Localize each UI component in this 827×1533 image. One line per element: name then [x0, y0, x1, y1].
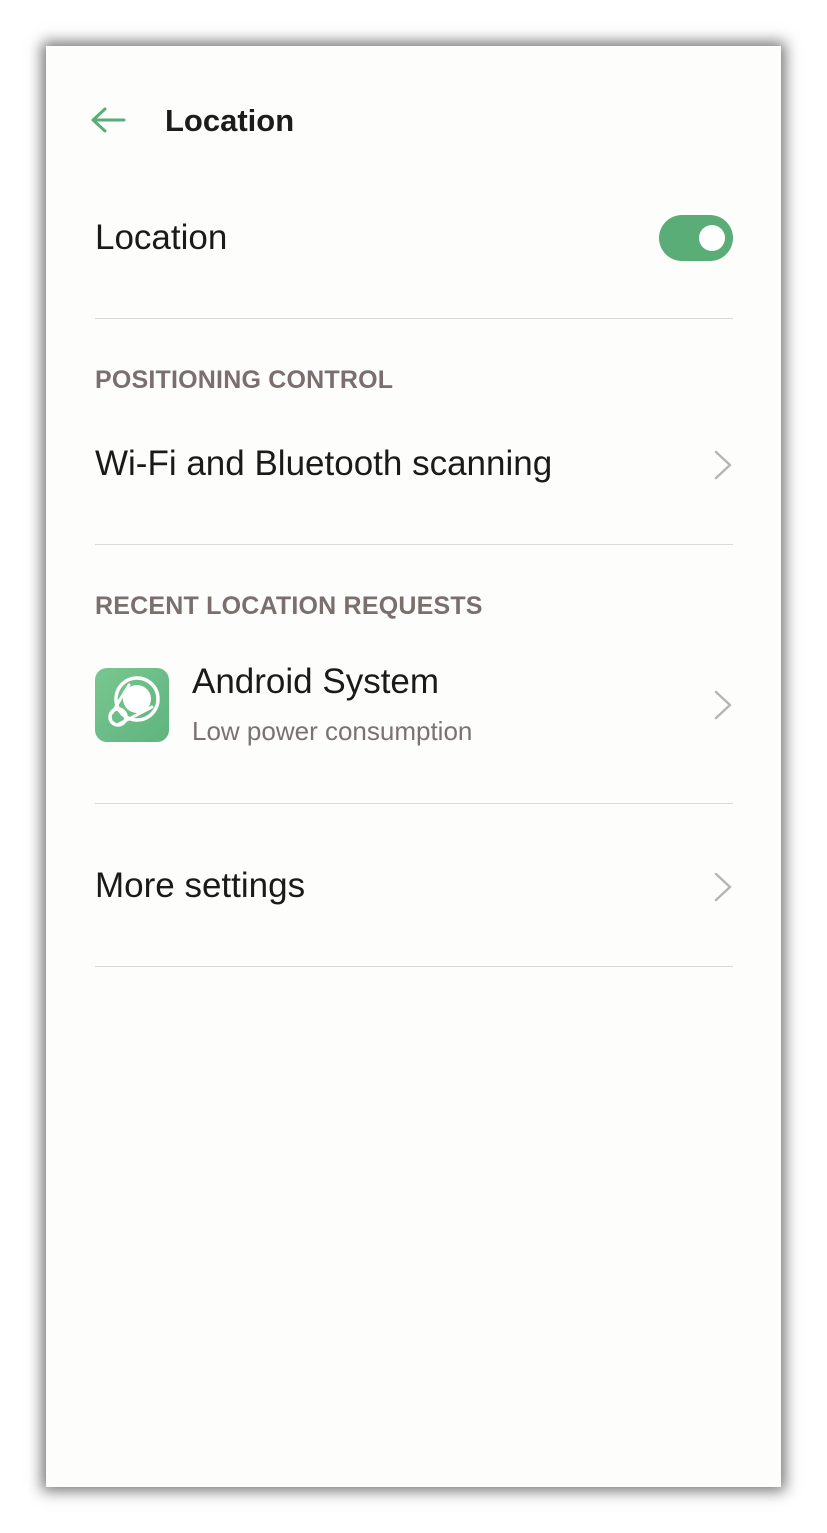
recent-request-item-android-system[interactable]: Android System Low power consumption [95, 662, 733, 758]
location-toggle-switch[interactable] [659, 215, 733, 261]
location-toggle-label: Location [95, 218, 228, 257]
chevron-right-icon [714, 450, 732, 480]
divider [95, 966, 733, 967]
section-label-positioning-control: POSITIONING CONTROL [95, 366, 394, 394]
chevron-right-icon [714, 872, 732, 902]
android-system-glyph-icon [108, 676, 160, 727]
app-header: Location [46, 46, 781, 196]
section-label-recent-location-requests: RECENT LOCATION REQUESTS [95, 592, 483, 620]
arrow-left-icon [91, 107, 126, 133]
divider [95, 318, 733, 319]
location-toggle-row[interactable]: Location [95, 206, 733, 270]
divider [95, 544, 733, 545]
divider [95, 803, 733, 804]
wifi-bluetooth-scanning-item[interactable]: Wi-Fi and Bluetooth scanning [95, 436, 733, 496]
chevron-right-icon [714, 690, 732, 720]
app-subtitle: Low power consumption [192, 716, 473, 746]
more-settings-label: More settings [95, 866, 306, 905]
more-settings-item[interactable]: More settings [95, 858, 733, 918]
android-system-app-icon [95, 668, 169, 742]
wifi-bluetooth-scanning-label: Wi-Fi and Bluetooth scanning [95, 444, 553, 483]
back-button[interactable] [86, 100, 130, 140]
app-name: Android System [192, 662, 440, 701]
toggle-knob [699, 225, 725, 251]
phone-screen: Location Location POSITIONING CONTROL Wi… [46, 46, 781, 1487]
page-title: Location [165, 103, 295, 138]
